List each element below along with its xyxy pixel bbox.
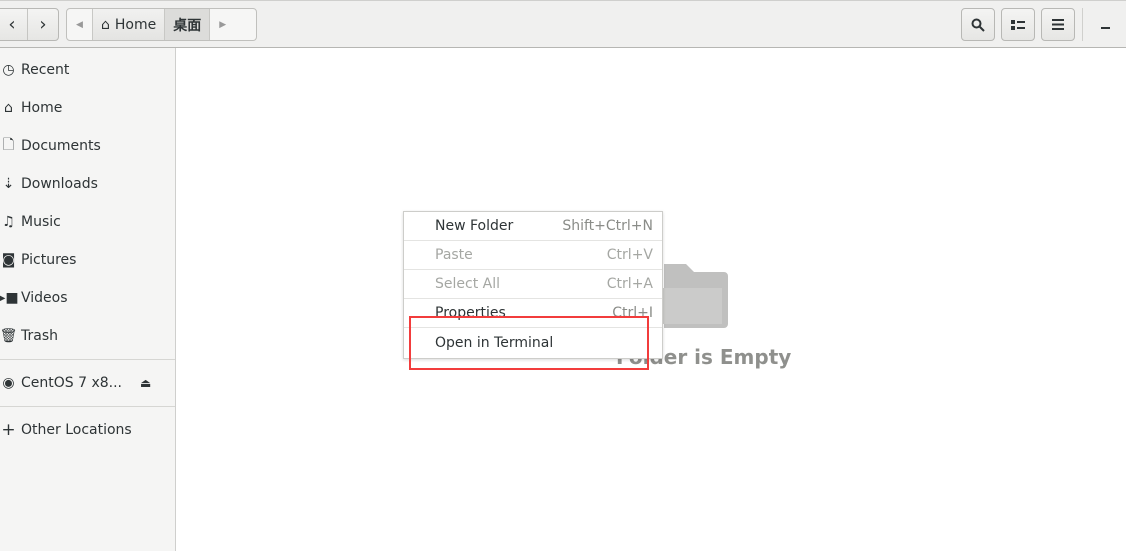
sidebar: ◷ Recent ⌂ Home 🗋 Documents ⇣ Downloads ♫ Mus…: [0, 48, 176, 551]
header-separator: [1082, 8, 1083, 41]
header-bar: ‹ › ◀ ⌂ Home 桌面 ▶: [0, 0, 1126, 48]
forward-button[interactable]: ›: [28, 9, 58, 40]
home-icon: ⌂: [4, 100, 13, 116]
sidebar-item-videos[interactable]: ▸■ Videos: [0, 279, 175, 317]
empty-folder-icon: [658, 264, 728, 328]
clock-icon: ◷: [2, 62, 15, 78]
menu-item-paste[interactable]: Paste Ctrl+V: [404, 241, 662, 270]
home-icon: ⌂: [101, 16, 110, 33]
sidebar-item-centos[interactable]: ◉ CentOS 7 x8... ⏏: [0, 364, 175, 402]
back-button[interactable]: ‹: [0, 9, 28, 40]
breadcrumb-left-arrow[interactable]: ◀: [67, 9, 92, 40]
menu-item-new-folder[interactable]: New Folder Shift+Ctrl+N: [404, 212, 662, 241]
search-button[interactable]: [961, 8, 995, 41]
menu-item-open-in-terminal[interactable]: Open in Terminal: [404, 328, 662, 357]
sidebar-separator: [0, 406, 175, 407]
view-toggle-button[interactable]: [1001, 8, 1035, 41]
breadcrumb-home[interactable]: ⌂ Home: [92, 9, 165, 40]
sidebar-item-trash[interactable]: 🗑 Trash: [0, 317, 175, 355]
sidebar-item-music[interactable]: ♫ Music: [0, 203, 175, 241]
breadcrumb-current[interactable]: 桌面: [164, 9, 211, 40]
view-list-icon: [1011, 19, 1025, 30]
nav-buttons: ‹ ›: [0, 8, 59, 41]
sidebar-item-other-locations[interactable]: + Other Locations: [0, 411, 175, 449]
menu-button[interactable]: [1041, 8, 1075, 41]
sidebar-item-downloads[interactable]: ⇣ Downloads: [0, 165, 175, 203]
context-menu: New Folder Shift+Ctrl+N Paste Ctrl+V Selec…: [403, 211, 663, 359]
sidebar-item-home[interactable]: ⌂ Home: [0, 89, 175, 127]
breadcrumb: ◀ ⌂ Home 桌面 ▶: [66, 8, 257, 41]
document-icon: 🗋: [2, 137, 15, 153]
sidebar-item-documents[interactable]: 🗋 Documents: [0, 127, 175, 165]
plus-icon: +: [1, 420, 16, 440]
camera-icon: ◙: [1, 252, 16, 268]
menu-icon: [1052, 19, 1064, 30]
breadcrumb-right-arrow[interactable]: ▶: [210, 9, 235, 40]
download-icon: ⇣: [2, 176, 15, 192]
disc-icon: ◉: [2, 375, 15, 391]
sidebar-item-pictures[interactable]: ◙ Pictures: [0, 241, 175, 279]
eject-icon[interactable]: ⏏: [140, 376, 151, 390]
menu-item-properties[interactable]: Properties Ctrl+I: [404, 299, 662, 328]
minimize-icon[interactable]: [1101, 27, 1110, 29]
trash-icon: 🗑: [0, 328, 18, 344]
menu-item-select-all[interactable]: Select All Ctrl+A: [404, 270, 662, 299]
video-icon: ▸■: [0, 290, 19, 306]
sidebar-item-recent[interactable]: ◷ Recent: [0, 51, 175, 89]
music-icon: ♫: [2, 214, 15, 230]
search-icon: [971, 18, 985, 32]
sidebar-separator: [0, 359, 175, 360]
